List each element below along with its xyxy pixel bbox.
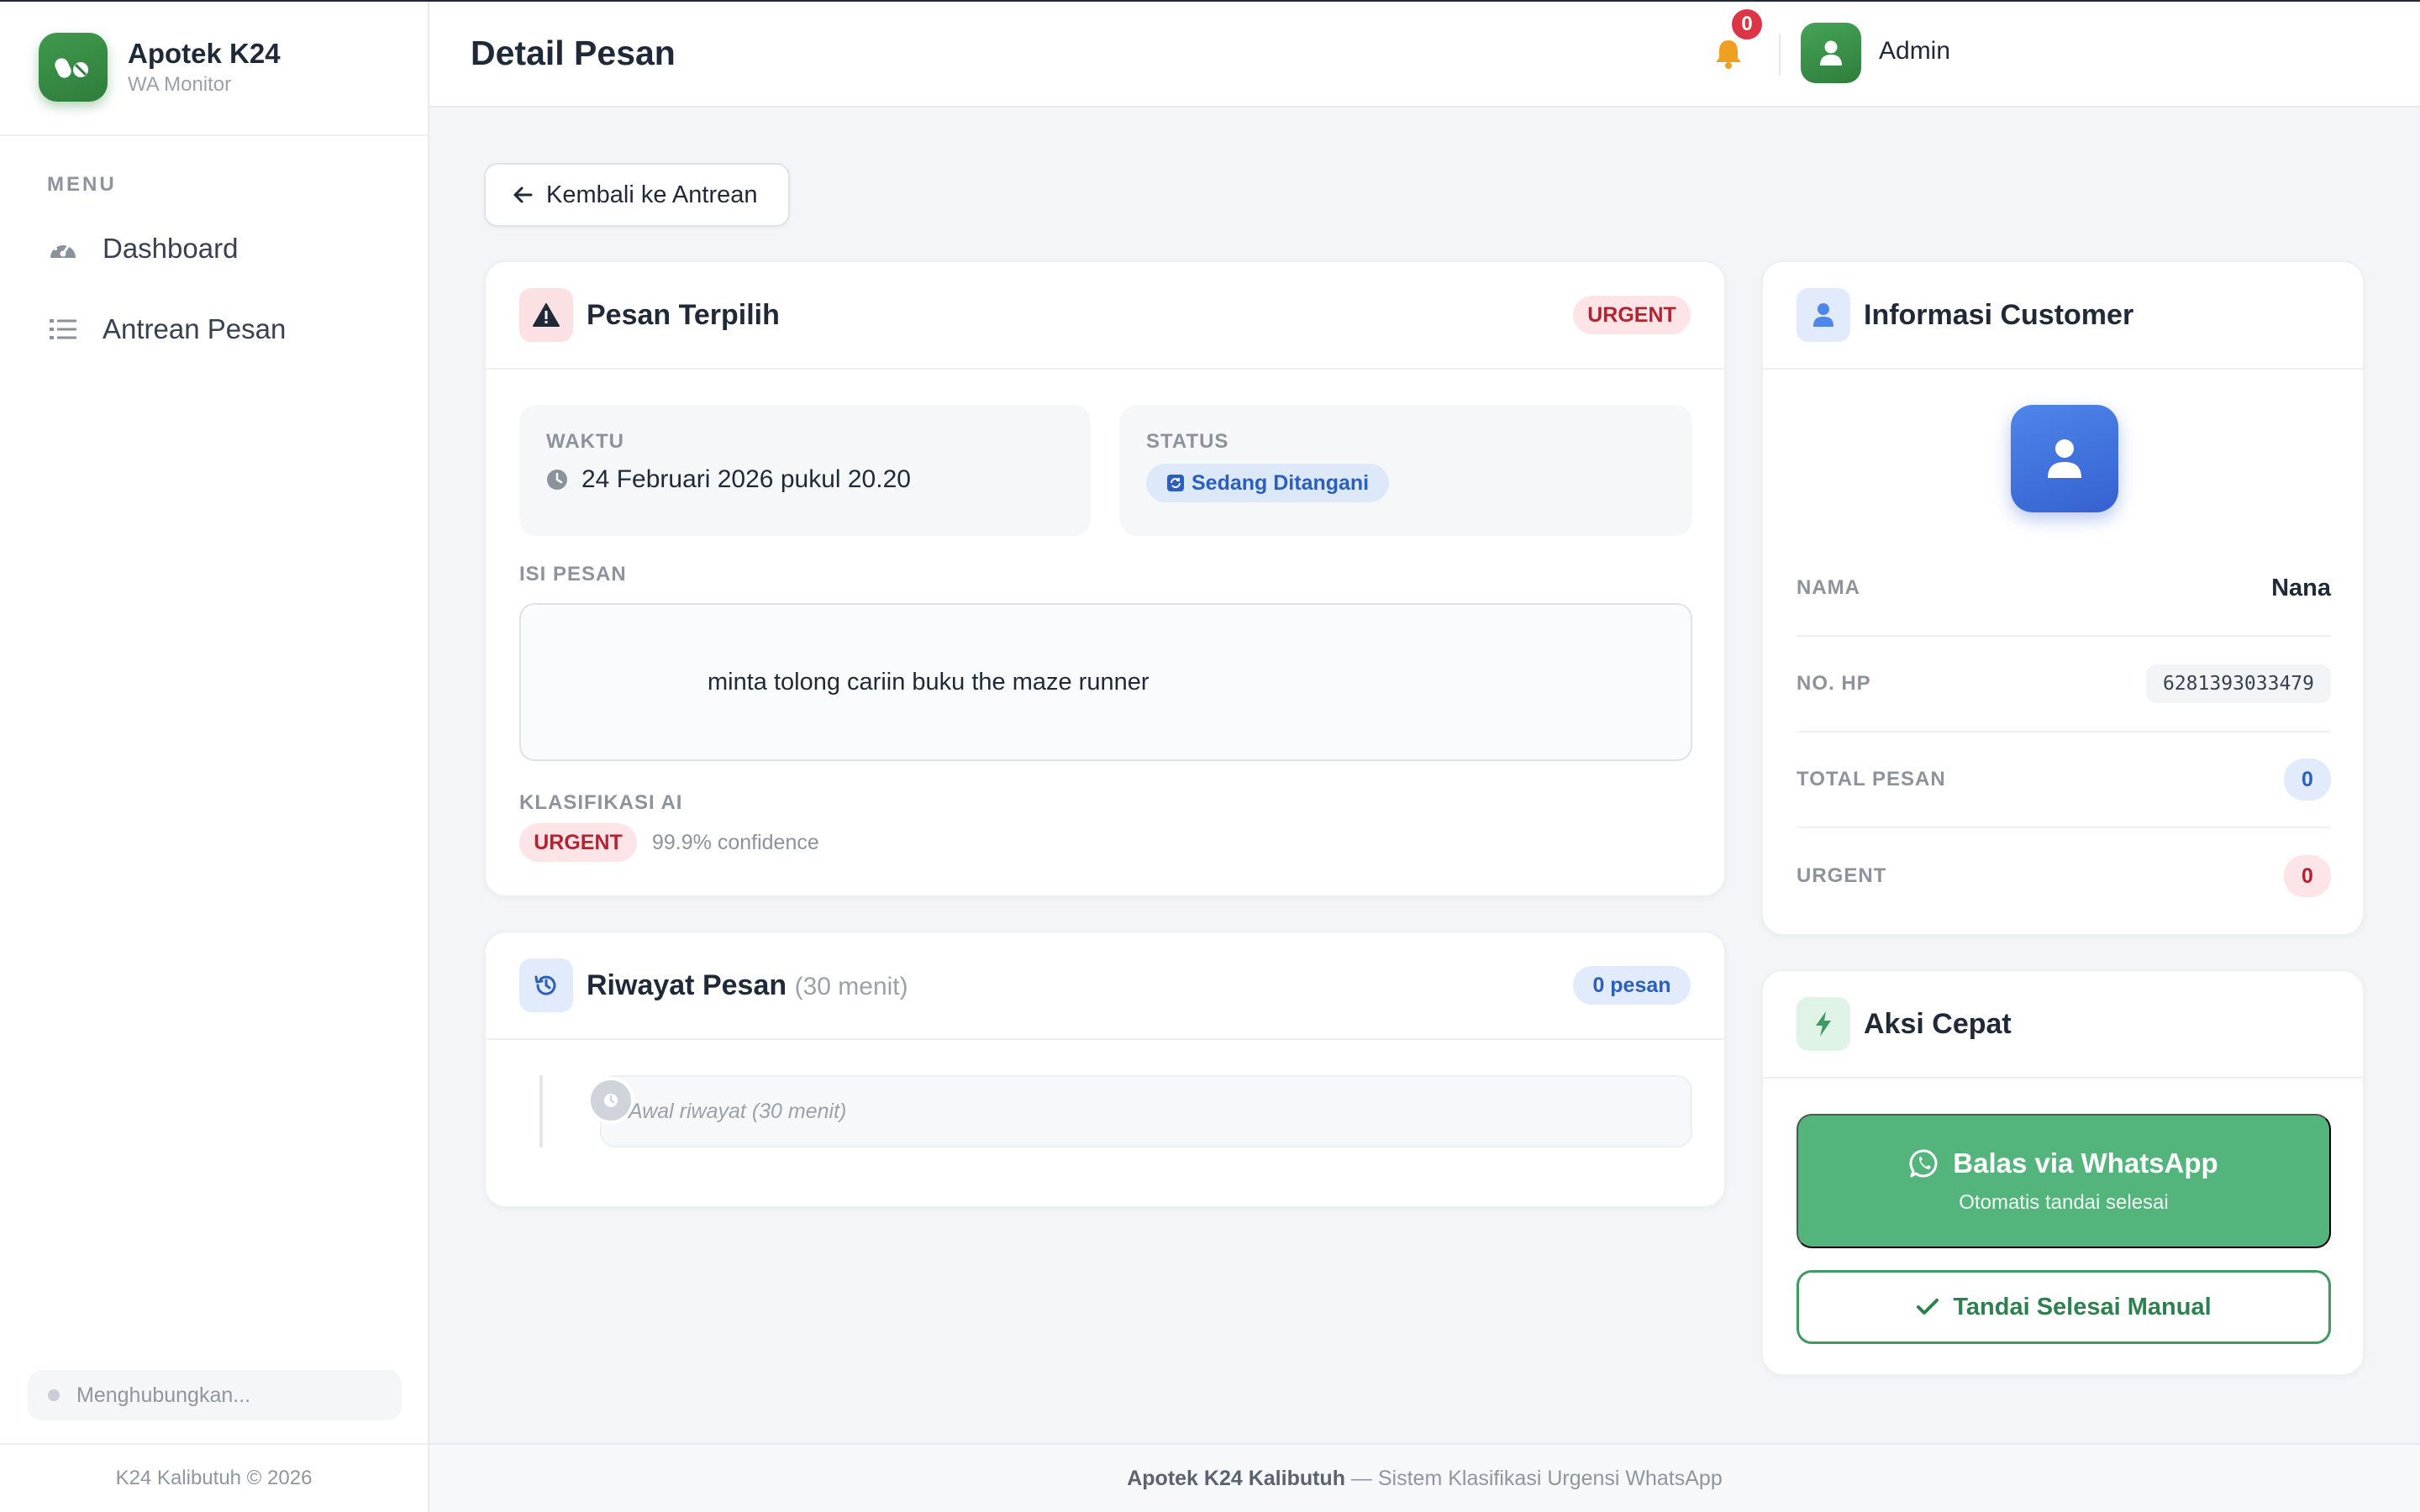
sidebar-item-label: Dashboard — [103, 233, 239, 264]
phone-label: NO. HP — [1797, 672, 1871, 695]
confidence-text: 99.9% confidence — [652, 830, 819, 854]
card-header: Riwayat Pesan (30 menit) 0 pesan — [486, 932, 1724, 1040]
card-header: Pesan Terpilih URGENT — [486, 262, 1724, 370]
clock-icon — [587, 1077, 634, 1124]
page-footer: Apotek K24 Kalibutuh — Sistem Klasifikas… — [429, 1443, 2420, 1512]
status-label: STATUS — [1146, 430, 1229, 453]
window-top-border — [0, 0, 2420, 2]
reply-whatsapp-button[interactable]: Balas via WhatsApp Otomatis tandai seles… — [1797, 1114, 2331, 1248]
customer-phone-row: NO. HP 6281393033479 — [1797, 637, 2331, 732]
sidebar-item-label: Antrean Pesan — [103, 313, 287, 344]
arrow-left-icon — [513, 186, 533, 204]
back-to-queue-button[interactable]: Kembali ke Antrean — [484, 163, 790, 227]
card-header: Informasi Customer — [1763, 262, 2363, 370]
card-title: Informasi Customer — [1864, 298, 2134, 331]
phone-value[interactable]: 6281393033479 — [2145, 664, 2331, 703]
card-title: Pesan Terpilih — [587, 298, 780, 331]
status-value: Sedang Ditangani — [1192, 470, 1370, 495]
history-item: Awal riwayat (30 menit) — [600, 1075, 1692, 1147]
status-dot-icon — [48, 1389, 60, 1401]
customer-info-card: Informasi Customer NAMA Nana NO. HP 6281… — [1761, 260, 2365, 936]
page-title: Detail Pesan — [471, 33, 676, 72]
card-title: Aksi Cepat — [1864, 1007, 2012, 1040]
pills-icon — [39, 33, 108, 102]
footer-text: — Sistem Klasifikasi Urgensi WhatsApp — [1344, 1466, 1723, 1490]
status-badge: Sedang Ditangani — [1146, 464, 1390, 502]
user-avatar[interactable] — [1801, 23, 1861, 83]
whatsapp-button-label: Balas via WhatsApp — [1953, 1147, 2218, 1179]
menu-label: MENU — [47, 173, 117, 196]
sidebar-item-dashboard[interactable]: Dashboard — [0, 208, 428, 289]
classification-label: KLASIFIKASI AI — [519, 791, 683, 814]
customer-name-row: NAMA Nana — [1797, 541, 2331, 637]
customer-urgent-row: URGENT 0 — [1797, 828, 2331, 924]
list-icon — [47, 313, 79, 345]
sidebar-footer: K24 Kalibutuh © 2026 — [0, 1443, 428, 1512]
name-value: Nana — [2271, 574, 2331, 601]
back-button-label: Kembali ke Antrean — [546, 181, 758, 208]
message-content: minta tolong cariin buku the maze runner — [519, 603, 1692, 761]
warning-icon — [519, 288, 573, 342]
connection-status-text: Menghubungkan... — [76, 1383, 251, 1407]
brand-title: Apotek K24 — [128, 38, 281, 69]
total-label: TOTAL PESAN — [1797, 768, 1946, 790]
top-header: Detail Pesan — [429, 0, 2420, 108]
connection-status: Menghubungkan... — [28, 1370, 402, 1420]
time-box: WAKTU 24 Februari 2026 pukul 20.20 — [519, 405, 1091, 536]
footer-brand: Apotek K24 Kalibutuh — [1127, 1466, 1345, 1490]
quick-actions-card: Aksi Cepat Balas via WhatsApp Otomatis t… — [1761, 969, 2365, 1376]
history-count-badge: 0 pesan — [1573, 966, 1691, 1005]
urgent-label: URGENT — [1797, 864, 1887, 887]
bolt-icon — [1797, 997, 1850, 1051]
card-header: Aksi Cepat — [1763, 971, 2363, 1079]
user-name[interactable]: Admin — [1879, 37, 1950, 66]
gauge-icon — [47, 233, 79, 265]
customer-total-row: TOTAL PESAN 0 — [1797, 732, 2331, 828]
user-icon — [1797, 288, 1850, 342]
history-icon — [519, 958, 573, 1012]
brand-subtitle: WA Monitor — [128, 73, 232, 96]
total-value: 0 — [2284, 759, 2331, 801]
sidebar: Apotek K24 WA Monitor MENU Dashboard Ant… — [0, 0, 429, 1512]
selected-message-card: Pesan Terpilih URGENT WAKTU 24 Februari … — [484, 260, 1726, 897]
status-box: STATUS Sedang Ditangani — [1119, 405, 1692, 536]
check-icon — [1916, 1298, 1939, 1316]
refresh-icon — [1166, 474, 1185, 492]
urgency-badge: URGENT — [1573, 296, 1691, 334]
mark-done-label: Tandai Selesai Manual — [1953, 1293, 2212, 1320]
clock-icon — [546, 469, 568, 491]
bell-icon[interactable] — [1712, 37, 1745, 71]
time-label: WAKTU — [546, 430, 624, 453]
content-label: ISI PESAN — [519, 563, 627, 585]
message-history-card: Riwayat Pesan (30 menit) 0 pesan Awal ri… — [484, 931, 1726, 1208]
sidebar-item-antrean-pesan[interactable]: Antrean Pesan — [0, 289, 428, 370]
whatsapp-button-sublabel: Otomatis tandai selesai — [1959, 1191, 2169, 1214]
time-value: 24 Februari 2026 pukul 20.20 — [581, 465, 911, 493]
mark-done-manual-button[interactable]: Tandai Selesai Manual — [1797, 1270, 2331, 1344]
classification-row: URGENT 99.9% confidence — [519, 823, 819, 862]
card-subtitle: (30 menit) — [794, 972, 908, 1000]
classification-badge: URGENT — [519, 823, 637, 862]
user-icon — [2048, 439, 2081, 478]
user-icon — [1820, 40, 1842, 66]
card-title: Riwayat Pesan — [587, 969, 787, 1001]
whatsapp-icon — [1909, 1148, 1939, 1179]
timeline-line — [539, 1075, 543, 1147]
customer-avatar — [2011, 405, 2118, 512]
header-divider — [1779, 34, 1781, 76]
urgent-value: 0 — [2284, 855, 2331, 897]
notification-badge: 0 — [1729, 7, 1765, 42]
name-label: NAMA — [1797, 576, 1860, 599]
brand[interactable]: Apotek K24 WA Monitor — [0, 0, 428, 136]
